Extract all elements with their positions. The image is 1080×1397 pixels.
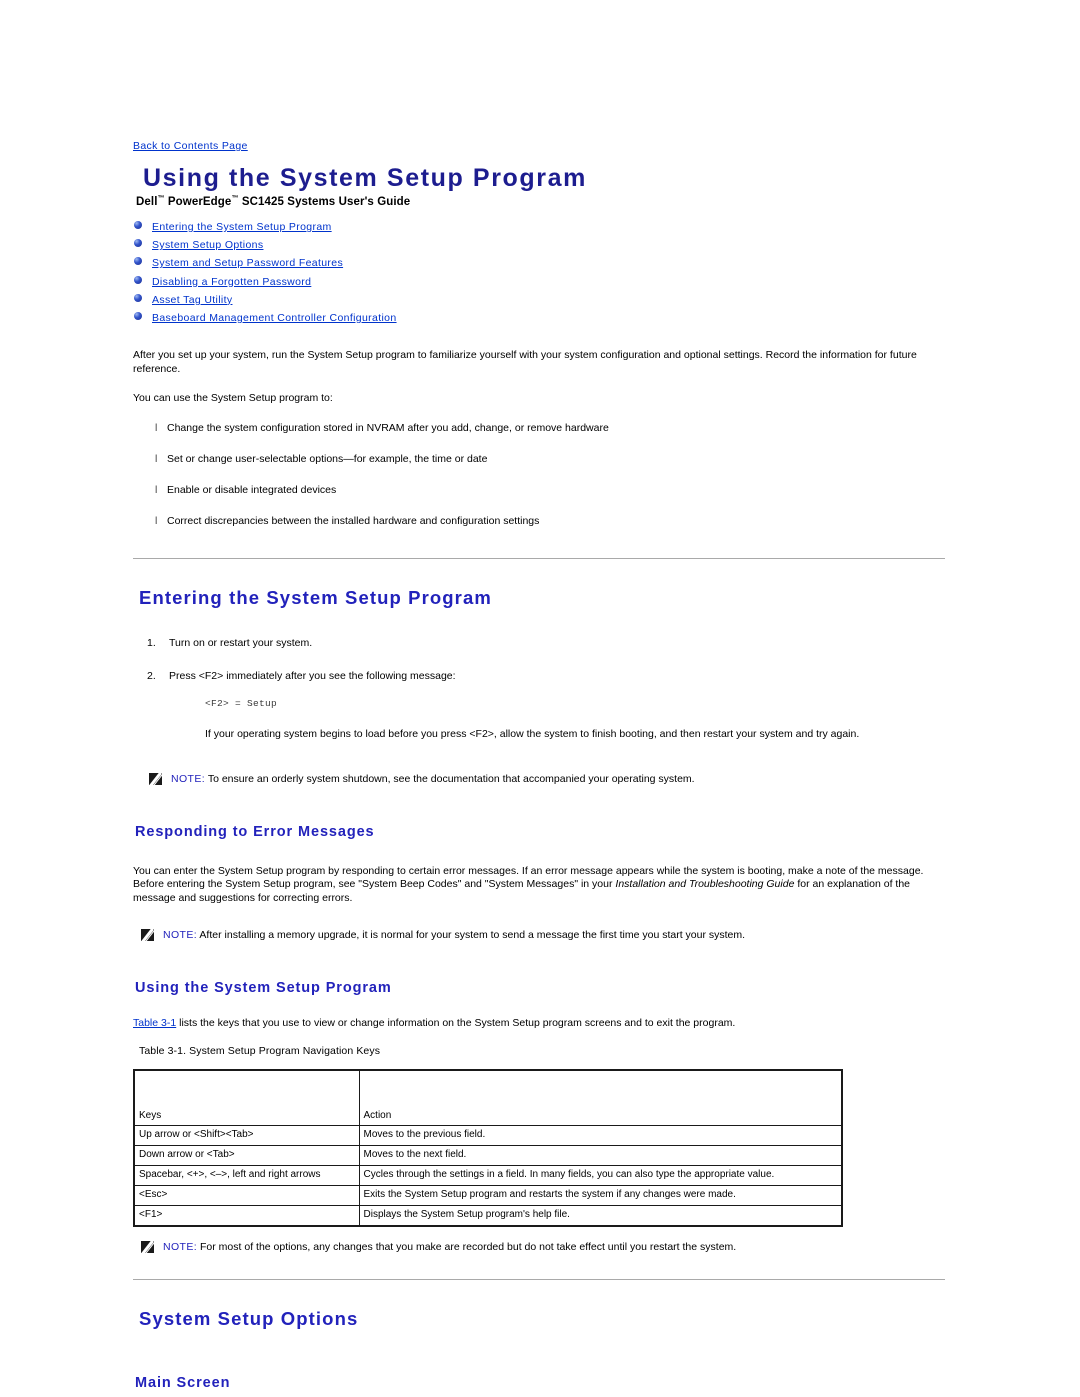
note-label: NOTE: bbox=[163, 929, 198, 942]
toc-link-bmc-config[interactable]: Baseboard Management Controller Configur… bbox=[152, 312, 397, 324]
toc-link-asset-tag[interactable]: Asset Tag Utility bbox=[152, 294, 232, 306]
list-item: Baseboard Management Controller Configur… bbox=[133, 311, 945, 324]
responding-paragraph: You can enter the System Setup program b… bbox=[133, 865, 945, 906]
table-header-row: Keys Action bbox=[133, 1069, 843, 1126]
trademark-icon-1: ™ bbox=[157, 195, 165, 203]
trademark-icon-2: ™ bbox=[231, 195, 239, 203]
list-item-label: Correct discrepancies between the instal… bbox=[167, 514, 540, 527]
note-label: NOTE: bbox=[163, 1240, 198, 1253]
table-row: Spacebar, <+>, <–>, left and right arrow… bbox=[133, 1164, 843, 1186]
subsection-heading-main-screen: Main Screen bbox=[135, 1374, 231, 1391]
toc-link-options[interactable]: System Setup Options bbox=[152, 239, 263, 251]
table-of-contents: Entering the System Setup Program System… bbox=[133, 220, 945, 324]
note-text: To ensure an orderly system shutdown, se… bbox=[205, 772, 695, 785]
subtitle-dell: Dell bbox=[136, 196, 158, 208]
table-row: <Esc> Exits the System Setup program and… bbox=[133, 1184, 843, 1206]
back-to-contents-row: Back to Contents Page bbox=[133, 0, 945, 152]
note-block-shutdown: NOTE: To ensure an orderly system shutdo… bbox=[141, 772, 945, 787]
responding-italic-title: Installation and Troubleshooting Guide bbox=[615, 878, 795, 891]
list-item: Entering the System Setup Program bbox=[133, 220, 945, 233]
blue-sphere-bullet-icon bbox=[134, 257, 142, 266]
table-3-1-link[interactable]: Table 3-1 bbox=[133, 1017, 176, 1029]
intro-bullet-list: l Change the system configuration stored… bbox=[133, 422, 945, 528]
list-item: l Change the system configuration stored… bbox=[133, 422, 945, 435]
list-marker-icon: l bbox=[155, 452, 158, 465]
list-marker-icon: l bbox=[155, 483, 158, 496]
table-row: <F1> Displays the System Setup program's… bbox=[133, 1204, 843, 1227]
table-caption: Table 3-1. System Setup Program Navigati… bbox=[139, 1044, 381, 1057]
entering-steps-list: 1. Turn on or restart your system. 2. Pr… bbox=[133, 637, 945, 741]
note-block-restart-required: NOTE: For most of the options, any chang… bbox=[133, 1240, 945, 1255]
subsection-heading-using: Using the System Setup Program bbox=[135, 980, 392, 997]
note-text: After installing a memory upgrade, it is… bbox=[197, 929, 746, 942]
list-item: l Enable or disable integrated devices bbox=[133, 484, 945, 497]
toc-link-password-features[interactable]: System and Setup Password Features bbox=[152, 257, 343, 269]
list-item: System Setup Options bbox=[133, 238, 945, 251]
cell-keys: Spacebar, <+>, <–>, left and right arrow… bbox=[133, 1164, 360, 1186]
code-sample: <F2> = Setup bbox=[205, 697, 278, 709]
step-text: Press <F2> immediately after you see the… bbox=[169, 669, 456, 682]
toc-link-entering[interactable]: Entering the System Setup Program bbox=[152, 221, 332, 233]
list-item-label: Change the system configuration stored i… bbox=[167, 421, 609, 434]
blue-sphere-bullet-icon bbox=[134, 311, 142, 320]
table-lead-rest: lists the keys that you use to view or c… bbox=[176, 1017, 736, 1030]
column-header-action: Action bbox=[358, 1069, 843, 1126]
note-pencil-icon bbox=[141, 1240, 154, 1253]
note-pencil-icon bbox=[141, 929, 154, 942]
list-item: 1. Turn on or restart your system. bbox=[133, 637, 945, 650]
list-item-label: Set or change user-selectable options—fo… bbox=[167, 452, 488, 465]
step-number: 2. bbox=[147, 669, 156, 682]
cell-action: Displays the System Setup program's help… bbox=[358, 1204, 843, 1227]
list-marker-icon: l bbox=[155, 421, 158, 434]
page-title: Using the System Setup Program bbox=[143, 164, 587, 192]
list-item: System and Setup Password Features bbox=[133, 256, 945, 269]
table-lead-paragraph: Table 3-1 lists the keys that you use to… bbox=[133, 1017, 945, 1031]
cell-keys: Up arrow or <Shift><Tab> bbox=[133, 1124, 360, 1146]
toc-link-disabling-password[interactable]: Disabling a Forgotten Password bbox=[152, 276, 311, 288]
note-label: NOTE: bbox=[171, 772, 206, 785]
back-to-contents-link[interactable]: Back to Contents Page bbox=[133, 140, 248, 152]
cell-action: Exits the System Setup program and resta… bbox=[358, 1184, 843, 1206]
document-page: Back to Contents Page Using the System S… bbox=[133, 0, 945, 1392]
note-pencil-icon bbox=[149, 772, 162, 785]
table-row: Up arrow or <Shift><Tab> Moves to the pr… bbox=[133, 1124, 843, 1146]
note-text: For most of the options, any changes tha… bbox=[197, 1240, 737, 1253]
blue-sphere-bullet-icon bbox=[134, 275, 142, 284]
note-block-memory-upgrade: NOTE: After installing a memory upgrade,… bbox=[133, 929, 945, 943]
step-text: Turn on or restart your system. bbox=[169, 636, 313, 649]
intro-paragraph-2: You can use the System Setup program to: bbox=[133, 392, 333, 405]
list-item-label: Enable or disable integrated devices bbox=[167, 483, 337, 496]
cell-action: Moves to the previous field. bbox=[358, 1124, 843, 1146]
cell-action: Moves to the next field. bbox=[358, 1144, 843, 1166]
section-heading-options: System Setup Options bbox=[139, 1307, 359, 1329]
subtitle-rest: SC1425 Systems User's Guide bbox=[238, 196, 411, 208]
section-heading-entering: Entering the System Setup Program bbox=[139, 586, 492, 608]
list-item: 2. Press <F2> immediately after you see … bbox=[133, 670, 945, 741]
blue-sphere-bullet-icon bbox=[134, 221, 142, 229]
subsection-heading-responding: Responding to Error Messages bbox=[135, 823, 375, 840]
list-marker-icon: l bbox=[155, 514, 158, 527]
subtitle-poweredge: PowerEdge bbox=[164, 196, 232, 208]
page-subtitle: Dell™ PowerEdge™ SC1425 Systems User's G… bbox=[136, 195, 945, 208]
cell-keys: <Esc> bbox=[133, 1184, 360, 1206]
list-item: Asset Tag Utility bbox=[133, 293, 945, 306]
cell-keys: <F1> bbox=[133, 1204, 360, 1227]
list-item: Disabling a Forgotten Password bbox=[133, 275, 945, 288]
cell-keys: Down arrow or <Tab> bbox=[133, 1144, 360, 1166]
step-followup-text: If your operating system begins to load … bbox=[205, 727, 860, 740]
column-header-keys: Keys bbox=[133, 1069, 360, 1126]
blue-sphere-bullet-icon bbox=[134, 239, 142, 248]
list-item: l Set or change user-selectable options—… bbox=[133, 453, 945, 466]
intro-paragraph-1: After you set up your system, run the Sy… bbox=[133, 349, 917, 375]
blue-sphere-bullet-icon bbox=[134, 293, 142, 302]
list-item: l Correct discrepancies between the inst… bbox=[133, 515, 945, 528]
table-row: Down arrow or <Tab> Moves to the next fi… bbox=[133, 1144, 843, 1166]
step-number: 1. bbox=[147, 636, 156, 649]
navigation-keys-table: Keys Action Up arrow or <Shift><Tab> Mov… bbox=[133, 1068, 843, 1227]
cell-action: Cycles through the settings in a field. … bbox=[358, 1164, 843, 1186]
